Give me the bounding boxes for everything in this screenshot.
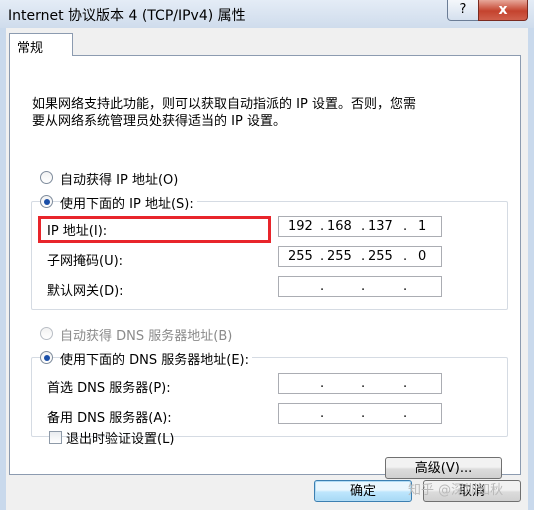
description-text: 如果网络支持此功能，则可以获取自动指派的 IP 设置。否则，您需 要从网络系统管… <box>32 97 416 129</box>
ok-button[interactable]: 确定 <box>314 480 412 502</box>
mask-octet: 0 <box>418 249 427 264</box>
alternate-dns-label: 备用 DNS 服务器(A): <box>47 411 172 426</box>
preferred-dns-label: 首选 DNS 服务器(P): <box>47 381 171 396</box>
ip-octet: 137 <box>368 219 393 234</box>
radio-auto-dns-label: 自动获得 DNS 服务器地址(B) <box>60 329 233 344</box>
advanced-button[interactable]: 高级(V)... <box>385 457 502 479</box>
mask-dot: . <box>403 249 408 264</box>
dialog-body: 常规 如果网络支持此功能，则可以获取自动指派的 IP 设置。否则，您需 要从网络… <box>6 28 528 510</box>
subnet-mask-input[interactable]: 255 . 255 . 255 . 0 <box>278 246 442 267</box>
mask-octet: 255 <box>327 249 352 264</box>
dns-dot: . <box>361 406 366 421</box>
tab-panel: 如果网络支持此功能，则可以获取自动指派的 IP 设置。否则，您需 要从网络系统管… <box>9 55 521 479</box>
tab-general[interactable]: 常规 <box>9 33 73 56</box>
dns-dot: . <box>403 376 408 391</box>
radio-manual-ip[interactable] <box>40 195 53 208</box>
validate-label: 退出时验证设置(L) <box>66 432 175 447</box>
gateway-dot: . <box>403 279 408 294</box>
gateway-dot: . <box>361 279 366 294</box>
radio-manual-ip-label: 使用下面的 IP 地址(S): <box>60 193 197 212</box>
dns-dot: . <box>361 376 366 391</box>
default-gateway-input[interactable]: . . . <box>278 276 442 297</box>
ip-dot: . <box>403 219 408 234</box>
radio-auto-ip-label: 自动获得 IP 地址(O) <box>60 173 179 188</box>
subnet-mask-label: 子网掩码(U): <box>47 254 124 269</box>
ip-dot: . <box>320 219 325 234</box>
close-button[interactable]: x <box>478 0 528 21</box>
validate-checkbox[interactable] <box>49 431 62 444</box>
radio-auto-ip[interactable] <box>40 171 53 184</box>
radio-manual-dns-label: 使用下面的 DNS 服务器地址(E): <box>60 349 252 368</box>
ip-octet: 192 <box>288 219 313 234</box>
radio-manual-dns[interactable] <box>40 351 53 364</box>
dns-dot: . <box>403 406 408 421</box>
default-gateway-label: 默认网关(D): <box>47 284 124 299</box>
dns-dot: . <box>320 406 325 421</box>
preferred-dns-input[interactable]: . . . <box>278 373 442 394</box>
alternate-dns-input[interactable]: . . . <box>278 403 442 424</box>
radio-auto-dns[interactable] <box>40 327 53 340</box>
ip-octet: 168 <box>327 219 352 234</box>
watermark: 知乎 @深圳知秋 <box>408 483 504 498</box>
gateway-dot: . <box>320 279 325 294</box>
mask-octet: 255 <box>288 249 313 264</box>
mask-dot: . <box>361 249 366 264</box>
mask-dot: . <box>320 249 325 264</box>
ip-dot: . <box>361 219 366 234</box>
window-title: Internet 协议版本 4 (TCP/IPv4) 属性 <box>8 8 246 24</box>
help-button[interactable]: ? <box>447 0 479 21</box>
tab-general-label: 常规 <box>17 41 44 56</box>
mask-octet: 255 <box>368 249 393 264</box>
highlight-box <box>38 216 271 243</box>
dns-dot: . <box>320 376 325 391</box>
title-bar: Internet 协议版本 4 (TCP/IPv4) 属性 ? x <box>0 0 534 28</box>
ip-octet: 1 <box>418 219 427 234</box>
ip-address-input[interactable]: 192 . 168 . 137 . 1 <box>278 216 442 237</box>
